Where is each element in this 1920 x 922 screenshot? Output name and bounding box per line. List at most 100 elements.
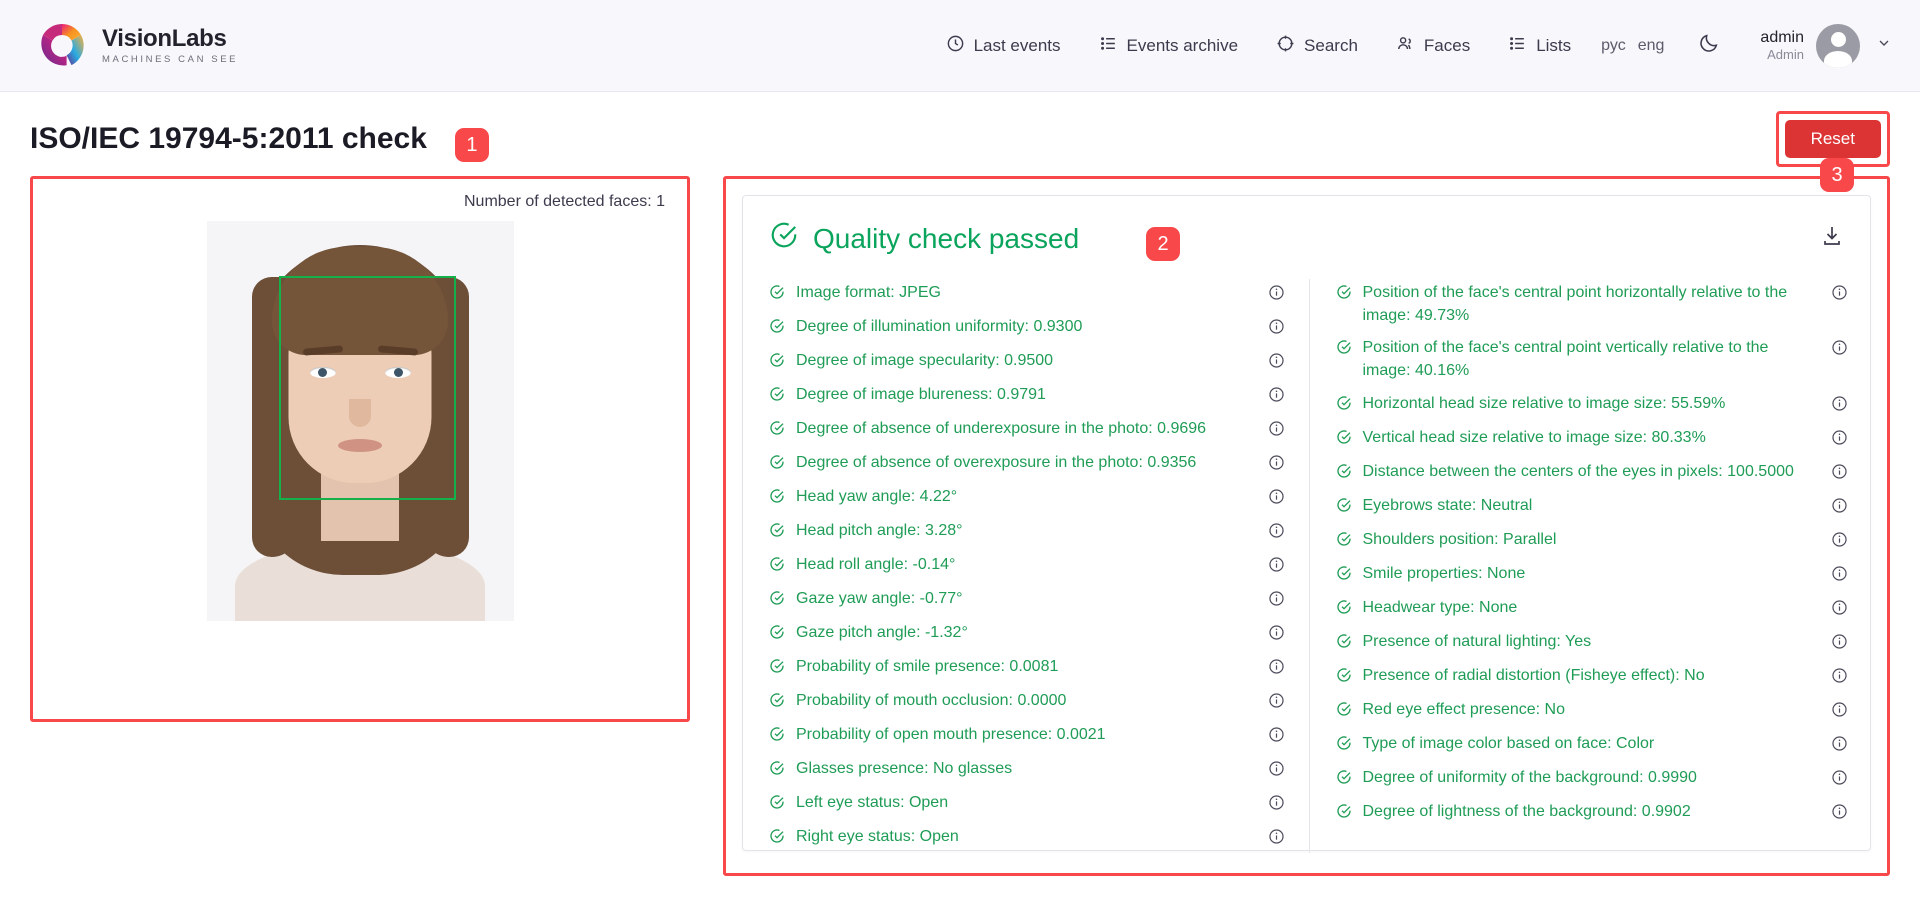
check-label: Presence of radial distortion (Fisheye e… [1362,666,1705,684]
quality-status: Quality check passed [769,220,1079,257]
info-icon[interactable] [1268,794,1285,816]
nav-item-search[interactable]: Search [1276,34,1358,58]
check-label: Presence of natural lighting: Yes [1362,632,1592,650]
info-icon[interactable] [1831,701,1848,723]
info-icon[interactable] [1268,760,1285,782]
check-row: Head yaw angle: 4.22° [769,483,1285,513]
check-label: Eyebrows state: Neutral [1362,496,1533,514]
info-icon[interactable] [1831,735,1848,757]
check-row: Gaze yaw angle: -0.77° [769,585,1285,615]
info-icon[interactable] [1268,590,1285,612]
check-label: Headwear type: None [1362,598,1518,616]
check-label: Degree of uniformity of the background: … [1362,768,1697,786]
nav-label: Lists [1536,35,1572,55]
info-icon[interactable] [1831,339,1848,361]
quality-results-panel: Quality check passed Image format: JPEG D… [723,176,1890,876]
info-icon[interactable] [1268,726,1285,748]
check-row: Position of the face's central point ver… [1336,334,1849,385]
check-label: Degree of image blureness: 0.9791 [796,386,1046,403]
people-icon [1396,34,1415,58]
info-icon[interactable] [1268,454,1285,476]
check-row: Right eye status: Open [769,823,1285,853]
download-icon [1820,224,1844,253]
check-circle-icon [769,318,785,339]
app-header: VisionLabs MACHINES CAN SEE Last events … [0,0,1920,92]
info-icon[interactable] [1831,803,1848,825]
info-icon[interactable] [1268,352,1285,374]
detected-faces-count: Number of detected faces: 1 [464,193,665,210]
nav-item-events-archive[interactable]: Events archive [1099,34,1238,58]
check-label: Degree of absence of overexposure in the… [796,454,1197,471]
list-icon [1508,34,1527,58]
check-circle-icon [1336,497,1352,518]
user-menu[interactable]: admin Admin [1760,23,1892,68]
lang-option-en[interactable]: eng [1638,37,1665,55]
info-icon[interactable] [1268,386,1285,408]
info-icon[interactable] [1268,420,1285,442]
main-navigation: Last events Events archive Search Faces … [946,34,1571,58]
info-icon[interactable] [1268,318,1285,340]
check-label: Gaze pitch angle: -1.32° [796,624,968,641]
reset-button[interactable]: Reset [1784,120,1881,158]
info-icon[interactable] [1268,692,1285,714]
brand-tagline: MACHINES CAN SEE [102,54,239,66]
photo-wrapper [53,221,667,621]
chevron-down-icon[interactable] [1876,35,1892,56]
check-row: Degree of image blureness: 0.9791 [769,381,1285,411]
check-circle-icon [769,726,785,747]
info-icon[interactable] [1831,633,1848,655]
check-row: Shoulders position: Parallel [1336,526,1849,556]
info-icon[interactable] [1268,284,1285,306]
check-circle-icon [1336,633,1352,654]
info-icon[interactable] [1831,565,1848,587]
checks-container: Image format: JPEG Degree of illumination… [769,279,1848,853]
info-icon[interactable] [1268,488,1285,510]
check-label: Degree of absence of underexposure in th… [796,420,1207,437]
info-icon[interactable] [1831,497,1848,519]
info-icon[interactable] [1831,463,1848,485]
info-icon[interactable] [1268,556,1285,578]
check-circle-icon [769,658,785,679]
avatar [1816,23,1860,68]
check-circle-icon [769,590,785,611]
nav-item-lists[interactable]: Lists [1508,34,1571,58]
check-circle-icon [769,420,785,441]
nav-item-last-events[interactable]: Last events [946,34,1061,58]
check-label: Type of image color based on face: Color [1362,734,1655,752]
info-icon[interactable] [1268,658,1285,680]
clock-icon [946,34,965,58]
info-icon[interactable] [1831,599,1848,621]
nav-label: Search [1304,35,1358,55]
check-circle-icon [769,692,785,713]
info-icon[interactable] [1831,769,1848,791]
download-report-button[interactable] [1816,220,1848,257]
info-icon[interactable] [1268,828,1285,850]
check-row: Headwear type: None [1336,594,1849,624]
brand-logo[interactable]: VisionLabs MACHINES CAN SEE [38,22,238,70]
info-icon[interactable] [1831,284,1848,306]
check-circle-icon [769,386,785,407]
check-row: Degree of absence of underexposure in th… [769,415,1285,445]
info-icon[interactable] [1831,395,1848,417]
check-circle-icon [1336,463,1352,484]
check-label: Glasses presence: No glasses [796,760,1013,777]
info-icon[interactable] [1831,531,1848,553]
theme-toggle-button[interactable] [1698,32,1720,59]
check-circle-icon [769,284,785,305]
info-icon[interactable] [1268,522,1285,544]
check-circle-icon [769,794,785,815]
info-icon[interactable] [1268,624,1285,646]
check-row: Position of the face's central point hor… [1336,279,1849,330]
lang-option-ru[interactable]: рус [1601,37,1626,55]
check-row: Smile properties: None [1336,560,1849,590]
info-icon[interactable] [1831,429,1848,451]
check-row: Eyebrows state: Neutral [1336,492,1849,522]
face-detection-box [278,276,456,500]
check-circle-icon [1336,701,1352,722]
info-icon[interactable] [1831,667,1848,689]
marker-badge-2: 2 [1146,227,1180,261]
nav-label: Faces [1423,35,1471,55]
nav-item-faces[interactable]: Faces [1396,34,1470,58]
check-circle-icon [769,220,799,257]
face-photo[interactable] [206,221,514,621]
